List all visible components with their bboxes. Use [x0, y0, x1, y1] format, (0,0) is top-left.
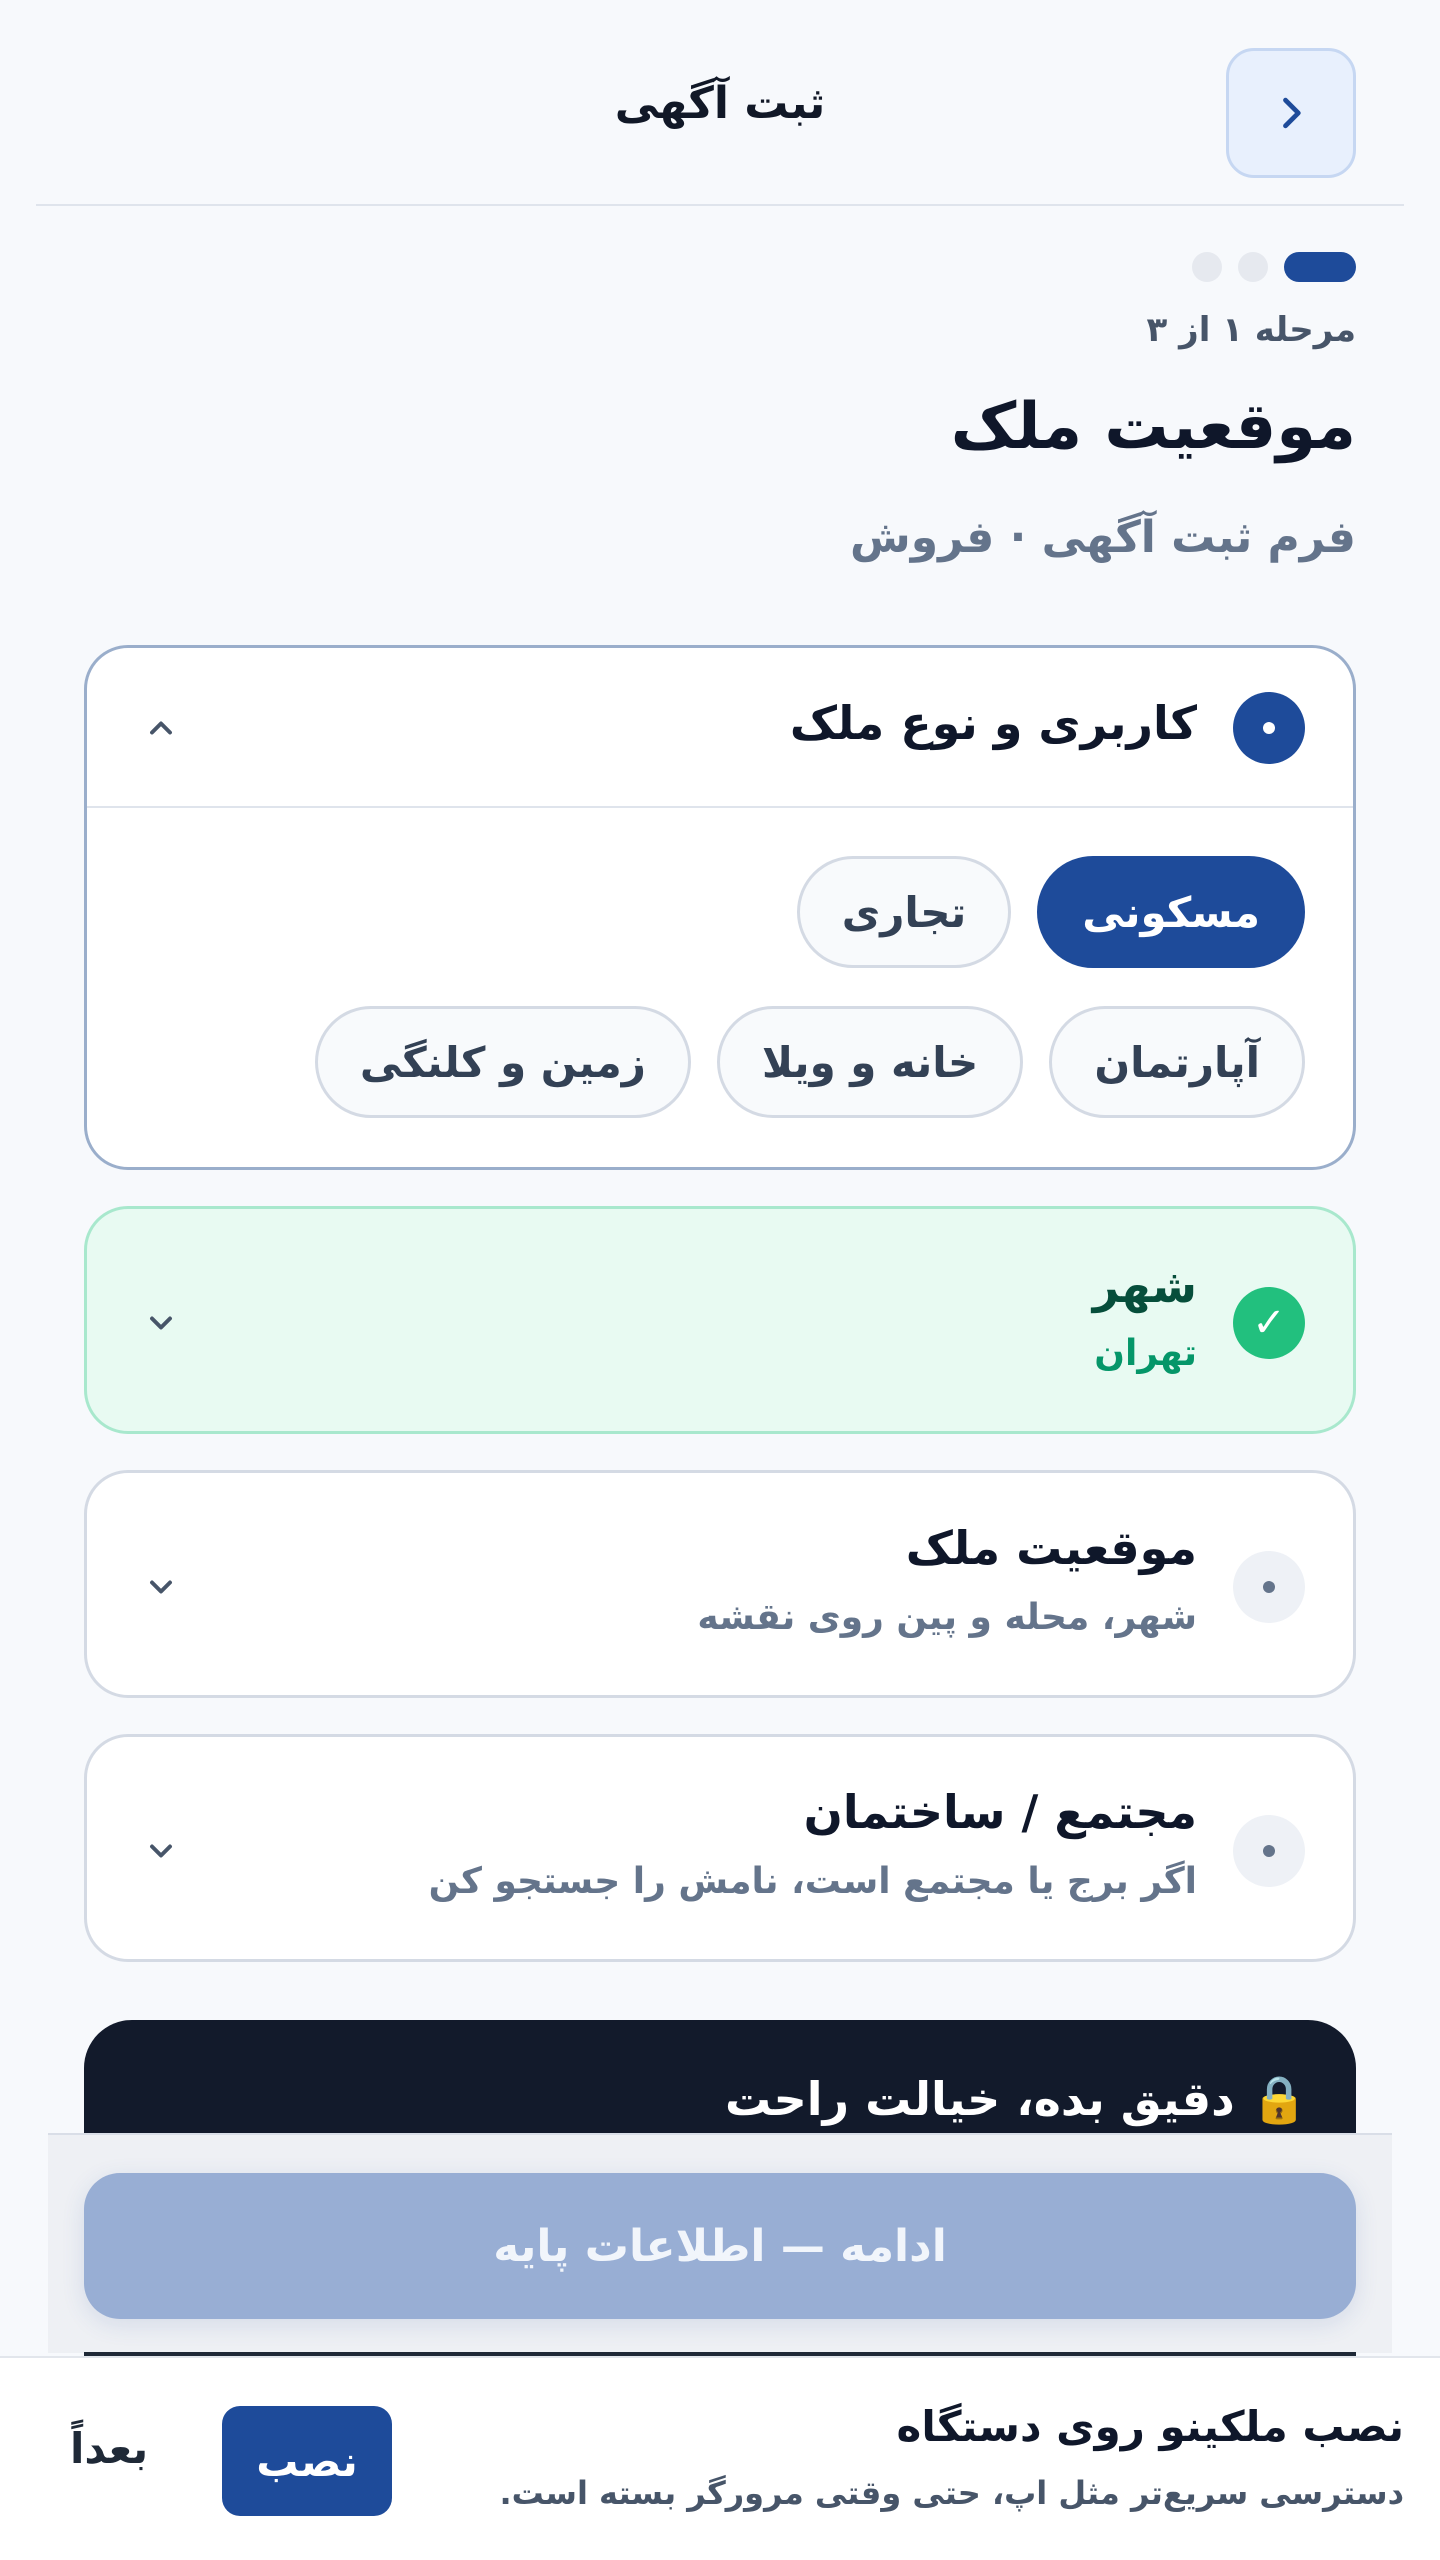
chip-apartment[interactable]: آپارتمان — [1049, 1006, 1305, 1118]
install-description: دسترسی سریع‌تر مثل اپ، حتی وقتی مرورگر ب… — [499, 2474, 1404, 2512]
page-subtitle: فرم ثبت آگهی · فروش — [850, 512, 1356, 563]
section-location-title: موقعیت ملک — [905, 1521, 1197, 1575]
section-complex-subtitle: اگر برج یا مجتمع است، نامش را جستجو کن — [428, 1861, 1197, 1902]
install-title: نصب ملکینو روی دستگاه — [896, 2402, 1404, 2451]
chevron-down-icon[interactable] — [143, 1569, 179, 1605]
promo-text: 🔒 دقیق بده، خیالت راحت — [724, 2072, 1308, 2126]
chevron-down-icon[interactable] — [143, 1833, 179, 1869]
section-usage-title: کاربری و نوع ملک — [789, 696, 1197, 750]
page-title: موقعیت ملک — [950, 390, 1356, 464]
install-button[interactable]: نصب — [222, 2406, 392, 2516]
section-city-title: شهر — [1092, 1259, 1197, 1313]
type-chips: آپارتمان خانه و ویلا زمین و کلنگی — [314, 1006, 1305, 1118]
section-location-header[interactable]: موقعیت ملک شهر، محله و پین روی نقشه — [87, 1473, 1353, 1695]
section-complex-title: مجتمع / ساختمان — [803, 1785, 1197, 1839]
section-location-subtitle: شهر، محله و پین روی نقشه — [697, 1597, 1197, 1638]
chip-commercial[interactable]: تجاری — [796, 856, 1012, 968]
section-complex-header[interactable]: مجتمع / ساختمان اگر برج یا مجتمع است، نا… — [87, 1737, 1353, 1959]
chevron-down-icon[interactable] — [143, 1305, 179, 1341]
status-pending-icon — [1233, 1551, 1305, 1623]
section-usage-header[interactable]: کاربری و نوع ملک — [87, 648, 1353, 808]
section-city[interactable]: ✓ شهر تهران — [84, 1206, 1356, 1434]
later-button[interactable]: بعداً — [70, 2424, 148, 2473]
step-label: مرحله ۱ از ۳ — [1146, 310, 1356, 350]
section-city-header[interactable]: ✓ شهر تهران — [87, 1209, 1353, 1431]
status-pending-icon — [1233, 1815, 1305, 1887]
section-location[interactable]: موقعیت ملک شهر، محله و پین روی نقشه — [84, 1470, 1356, 1698]
step-dot-2 — [1238, 252, 1268, 282]
step-dot-3 — [1192, 252, 1222, 282]
chevron-up-icon[interactable] — [143, 710, 179, 746]
check-icon: ✓ — [1233, 1287, 1305, 1359]
continue-bar: ادامه — اطلاعات پایه — [48, 2133, 1392, 2353]
chip-land[interactable]: زمین و کلنگی — [314, 1006, 691, 1118]
top-bar: ثبت آگهی — [36, 0, 1404, 206]
step-indicator — [1192, 252, 1356, 282]
usage-chips: مسکونی تجاری — [796, 856, 1305, 968]
header-title: ثبت آگهی — [614, 78, 826, 129]
section-usage-type: کاربری و نوع ملک مسکونی تجاری آپارتمان خ… — [84, 645, 1356, 1170]
section-complex[interactable]: مجتمع / ساختمان اگر برج یا مجتمع است، نا… — [84, 1734, 1356, 1962]
chip-residential[interactable]: مسکونی — [1037, 856, 1305, 968]
chip-house-villa[interactable]: خانه و ویلا — [716, 1006, 1024, 1118]
section-city-value: تهران — [1094, 1333, 1197, 1374]
continue-button[interactable]: ادامه — اطلاعات پایه — [84, 2173, 1356, 2319]
status-current-icon — [1233, 692, 1305, 764]
install-prompt: نصب ملکینو روی دستگاه دسترسی سریع‌تر مثل… — [0, 2356, 1440, 2560]
step-dot-1 — [1284, 252, 1356, 282]
